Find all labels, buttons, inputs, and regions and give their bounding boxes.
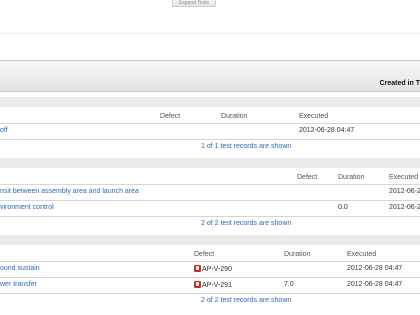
defect-cell[interactable]: AP-V-291 (194, 281, 232, 289)
row-divider (0, 139, 420, 140)
header-divider (0, 184, 420, 185)
defect-id-link[interactable]: AP-V-290 (202, 266, 232, 273)
defect-bug-icon (194, 265, 201, 272)
header-divider (0, 123, 420, 124)
executed-cell: 2012-06-2 (389, 188, 420, 195)
defect-column-header: Defect (194, 251, 215, 258)
records-shown-link[interactable]: 2 of 2 test records are shown (201, 297, 291, 304)
expand-tools-button[interactable]: Expand Tools (172, 0, 216, 7)
test-record-link[interactable]: off (0, 127, 8, 134)
duration-column-header: Duration (221, 113, 248, 120)
header-divider (0, 261, 420, 262)
executed-column-header: Executed (347, 251, 377, 258)
row-divider (0, 277, 420, 278)
executed-cell: 2012-06-28 04:47 (299, 127, 355, 134)
defect-column-header: Defect (297, 174, 318, 181)
row-divider (0, 200, 420, 201)
test-record-link[interactable]: ound sustain (0, 265, 40, 272)
duration-column-header: Duration (284, 251, 311, 258)
defect-id-link[interactable]: AP-V-291 (202, 282, 232, 289)
executed-column-header: Executed (389, 174, 419, 181)
executed-cell: 2012-06-28 04:47 (347, 281, 403, 288)
group-header-bar (0, 235, 420, 245)
defect-bug-icon (194, 281, 201, 288)
records-shown-link[interactable]: 2 of 2 test records are shown (201, 220, 291, 227)
row-divider (0, 216, 420, 217)
duration-cell: 7.0 (284, 281, 294, 288)
test-record-link[interactable]: nsit between assembly area and launch ar… (0, 188, 139, 195)
defect-cell[interactable]: AP-V-290 (194, 265, 232, 273)
divider (0, 33, 420, 34)
records-shown-link[interactable]: 1 of 1 test records are shown (201, 143, 291, 150)
executed-cell: 2012-06-28 04:47 (347, 265, 403, 272)
group-header-bar (0, 97, 420, 107)
row-divider (0, 293, 420, 294)
executed-column-header: Executed (299, 113, 329, 120)
duration-column-header: Duration (338, 174, 365, 181)
created-in-heading: Created in T (379, 80, 420, 87)
test-record-link[interactable]: vironment control (0, 204, 54, 211)
duration-cell: 0.0 (338, 204, 348, 211)
group-header-bar (0, 158, 420, 168)
report-header-band (0, 60, 420, 92)
defect-column-header: Defect (160, 113, 181, 120)
test-record-link[interactable]: wer transfer (0, 281, 37, 288)
executed-cell: 2012-06-2 (389, 204, 420, 211)
